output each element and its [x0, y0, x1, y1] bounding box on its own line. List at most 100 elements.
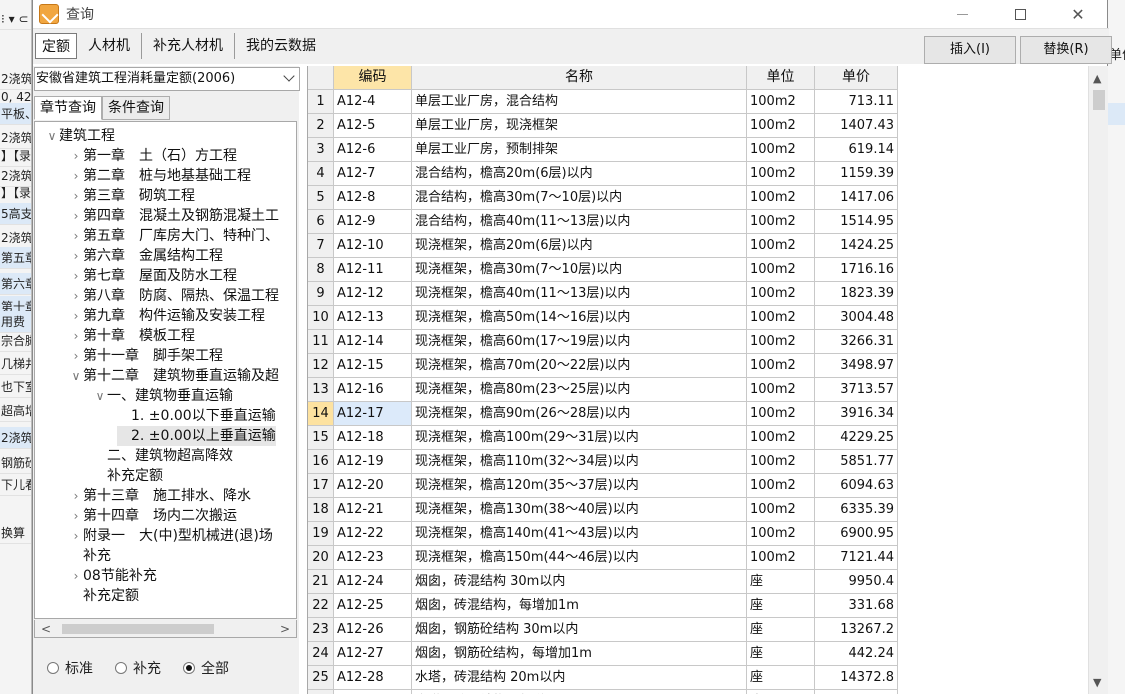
tree-node[interactable]: › 第十三章 施工排水、降水	[69, 486, 251, 506]
column-header[interactable]: 编码	[334, 66, 412, 90]
tree-node[interactable]: › 第九章 构件运输及安装工程	[69, 306, 265, 326]
table-row[interactable]: 13 A12-16 现浇框架，檐高80m(23～25层)以内 100m2 3713.57	[308, 378, 898, 402]
chevron-right-icon[interactable]: ›	[69, 346, 83, 366]
code-cell: A12-29	[334, 690, 412, 694]
column-header[interactable]: 单价	[815, 66, 898, 90]
tree-node[interactable]: › 第一章 土（石）方工程	[69, 146, 237, 166]
column-header[interactable]: 名称	[412, 66, 747, 90]
tree-node[interactable]: › 第八章 防腐、隔热、保温工程	[69, 286, 279, 306]
tree-node[interactable]: › 第三章 砌筑工程	[69, 186, 195, 206]
table-row[interactable]: 20 A12-23 现浇框架，檐高150m(44～46层)以内 100m2 7121.4…	[308, 546, 898, 570]
table-row[interactable]: 4 A12-7 混合结构，檐高20m(6层)以内 100m2 1159.39	[308, 162, 898, 186]
scroll-thumb[interactable]	[62, 624, 214, 634]
chevron-down-icon[interactable]: ∨	[45, 126, 59, 146]
scroll-down-icon[interactable]: ▼	[1093, 676, 1101, 689]
tab-my-cloud-data[interactable]: 我的云数据	[235, 33, 327, 59]
tab-quota[interactable]: 定额	[35, 33, 77, 59]
tree-node[interactable]: ∨ 第十二章 建筑物垂直运输及超	[69, 366, 279, 386]
table-row[interactable]: 25 A12-28 水塔，砖混结构 20m以内座 14372.8	[308, 666, 898, 690]
tree-node[interactable]: 补充定额	[69, 586, 139, 606]
insert-button[interactable]: 插入(I)	[924, 36, 1016, 64]
tree-node[interactable]: 1. ±0.00以下垂直运输	[117, 406, 276, 426]
tab-supplement-labor-material[interactable]: 补充人材机	[142, 33, 235, 59]
table-row[interactable]: 15 A12-18 现浇框架，檐高100m(29～31层)以内 100m2 4229.2…	[308, 426, 898, 450]
table-row[interactable]: 11 A12-14 现浇框架，檐高60m(17～19层)以内 100m2 3266.31	[308, 330, 898, 354]
chevron-right-icon[interactable]: ›	[69, 166, 83, 186]
table-row[interactable]: 18 A12-21 现浇框架，檐高130m(38～40层)以内 100m2 6335.3…	[308, 498, 898, 522]
chevron-right-icon[interactable]: ›	[69, 326, 83, 346]
tree-node[interactable]: 二、建筑物超高降效	[93, 446, 233, 466]
table-row[interactable]: 8 A12-11 现浇框架，檐高30m(7～10层)以内 100m2 1716.16	[308, 258, 898, 282]
maximize-button[interactable]	[991, 0, 1049, 28]
tree-node[interactable]: ∨ 一、建筑物垂直运输	[93, 386, 233, 406]
radio-circle-icon[interactable]	[47, 662, 59, 674]
chevron-right-icon[interactable]: ›	[69, 186, 83, 206]
tree-node[interactable]: › 附录一 大(中)型机械进(退)场	[69, 526, 273, 546]
chevron-right-icon[interactable]: ›	[69, 286, 83, 306]
table-row[interactable]: 9 A12-12 现浇框架，檐高40m(11～13层)以内 100m2 1823.39	[308, 282, 898, 306]
table-row[interactable]: 10 A12-13 现浇框架，檐高50m(14～16层)以内 100m2 3004.48	[308, 306, 898, 330]
table-row[interactable]: 23 A12-26 烟囱，钢筋砼结构 30m以内座 13267.2	[308, 618, 898, 642]
chevron-down-icon[interactable]: ∨	[69, 366, 83, 386]
tree-node[interactable]: › 第七章 屋面及防水工程	[69, 266, 237, 286]
tree-node[interactable]: › 第十一章 脚手架工程	[69, 346, 223, 366]
table-row[interactable]: 21 A12-24 烟囱，砖混结构 30m以内座 9950.4	[308, 570, 898, 594]
tree-node[interactable]: 补充定额	[93, 466, 163, 486]
chevron-right-icon[interactable]: ›	[69, 566, 83, 586]
table-row[interactable]: 2 A12-5 单层工业厂房，现浇框架 100m2 1407.43	[308, 114, 898, 138]
tab-condition-query[interactable]: 条件查询	[102, 96, 170, 120]
filter-radio-option[interactable]: 补充	[115, 658, 161, 678]
scroll-right-icon[interactable]: >	[280, 622, 290, 636]
table-row[interactable]: 17 A12-20 现浇框架，檐高120m(35～37层)以内 100m2 6094.6…	[308, 474, 898, 498]
chevron-right-icon[interactable]: ›	[69, 526, 83, 546]
table-row[interactable]: 16 A12-19 现浇框架，檐高110m(32～34层)以内 100m2 5851.7…	[308, 450, 898, 474]
tree-node[interactable]: › 第四章 混凝土及钢筋混凝土工	[69, 206, 279, 226]
column-header[interactable]: 单位	[747, 66, 815, 90]
table-row[interactable]: 1 A12-4 单层工业厂房，混合结构 100m2 713.11	[308, 90, 898, 114]
table-row[interactable]: 22 A12-25 烟囱，砖混结构，每增加1m 座 331.68	[308, 594, 898, 618]
chevron-right-icon[interactable]: ›	[69, 306, 83, 326]
tab-chapter-query[interactable]: 章节查询	[34, 96, 102, 120]
table-row[interactable]: 26A12-29水塔，砖混结构，每增加1m座	[308, 690, 898, 694]
table-row[interactable]: 12 A12-15 现浇框架，檐高70m(20～22层)以内 100m2 3498.97	[308, 354, 898, 378]
close-button[interactable]: ✕	[1049, 0, 1107, 28]
radio-circle-icon[interactable]	[115, 662, 127, 674]
tree-node[interactable]: › 第五章 厂库房大门、特种门、	[69, 226, 279, 246]
tree-node[interactable]: › 第六章 金属结构工程	[69, 246, 223, 266]
tab-labor-material-machine[interactable]: 人材机	[77, 33, 142, 59]
scroll-up-icon[interactable]: ▲	[1093, 72, 1101, 85]
chevron-down-icon[interactable]: ∨	[93, 386, 107, 406]
chevron-right-icon[interactable]: ›	[69, 486, 83, 506]
minimize-button[interactable]	[933, 0, 991, 28]
grid-vertical-scrollbar[interactable]: ▲ ▼	[1088, 66, 1108, 694]
filter-radio-option[interactable]: 标准	[47, 658, 93, 678]
radio-circle-icon[interactable]	[183, 662, 195, 674]
chevron-right-icon[interactable]: ›	[69, 506, 83, 526]
chevron-right-icon[interactable]: ›	[69, 226, 83, 246]
tree-node[interactable]: › 08节能补充	[69, 566, 157, 586]
chevron-right-icon[interactable]: ›	[69, 246, 83, 266]
table-row[interactable]: 14 A12-17 现浇框架，檐高90m(26～28层)以内 100m2 3916.34	[308, 402, 898, 426]
replace-button[interactable]: 替换(R)	[1020, 36, 1112, 64]
tree-node[interactable]: 2. ±0.00以上垂直运输	[117, 426, 276, 446]
scroll-thumb[interactable]	[1093, 90, 1105, 110]
chevron-right-icon[interactable]: ›	[69, 146, 83, 166]
table-row[interactable]: 6 A12-9 混合结构，檐高40m(11～13层)以内 100m2 1514.95	[308, 210, 898, 234]
table-row[interactable]: 7 A12-10 现浇框架，檐高20m(6层)以内 100m2 1424.25	[308, 234, 898, 258]
table-row[interactable]: 19 A12-22 现浇框架，檐高140m(41～43层)以内 100m2 6900.9…	[308, 522, 898, 546]
tree-node[interactable]: › 第十章 模板工程	[69, 326, 195, 346]
tree-node[interactable]: ∨ 建筑工程	[45, 126, 115, 146]
tree-node[interactable]: › 第十四章 场内二次搬运	[69, 506, 237, 526]
filter-radio-option[interactable]: 全部	[183, 658, 229, 678]
chevron-right-icon[interactable]: ›	[69, 266, 83, 286]
quota-library-select[interactable]: 安徽省建筑工程消耗量定额(2006)	[34, 67, 300, 91]
scroll-left-icon[interactable]: <	[41, 622, 51, 636]
tree-node[interactable]: 补充	[69, 546, 111, 566]
tree-horizontal-scrollbar[interactable]: < >	[34, 620, 297, 638]
table-row[interactable]: 24 A12-27 烟囱，钢筋砼结构，每增加1m 座 442.24	[308, 642, 898, 666]
table-row[interactable]: 3 A12-6 单层工业厂房，预制排架 100m2 619.14	[308, 138, 898, 162]
column-header[interactable]	[308, 66, 334, 90]
chevron-right-icon[interactable]: ›	[69, 206, 83, 226]
table-row[interactable]: 5 A12-8 混合结构，檐高30m(7～10层)以内 100m2 1417.06	[308, 186, 898, 210]
tree-node[interactable]: › 第二章 桩与地基基础工程	[69, 166, 251, 186]
